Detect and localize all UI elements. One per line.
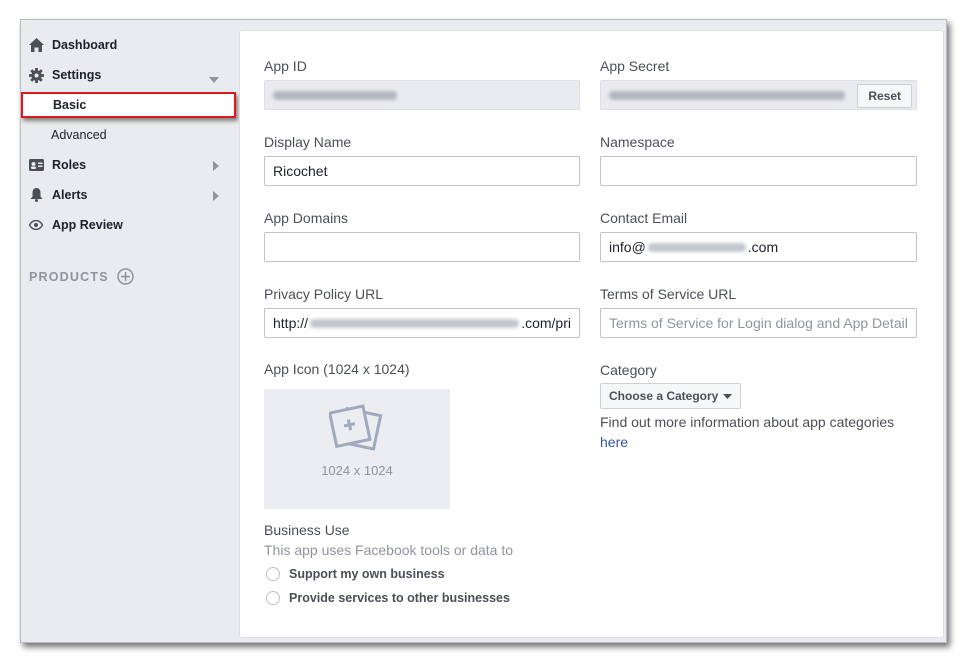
chevron-right-icon — [213, 190, 219, 204]
caret-down-icon — [723, 393, 733, 399]
url-suffix: .com/pri — [521, 315, 571, 331]
display-name-label: Display Name — [264, 134, 352, 150]
radio-button[interactable] — [266, 567, 280, 581]
contact-email-input[interactable]: info@ .com — [600, 232, 917, 262]
redacted-text — [273, 90, 397, 100]
privacy-policy-label: Privacy Policy URL — [264, 286, 384, 302]
sidebar-item-roles[interactable]: Roles — [21, 152, 231, 178]
app-secret-label: App Secret — [600, 58, 670, 74]
sidebar-item-label: Alerts — [52, 188, 88, 202]
business-use-label: Business Use — [264, 522, 350, 538]
sidebar-item-label: Dashboard — [52, 38, 118, 52]
add-product-icon[interactable] — [117, 268, 134, 285]
photo-placeholder-icon — [327, 403, 385, 460]
category-info-link-wrap: here — [600, 434, 628, 450]
business-use-option-own[interactable]: Support my own business — [266, 567, 445, 581]
radio-label: Provide services to other businesses — [289, 591, 510, 605]
basic-settings-panel: App ID App Secret Reset Display Name Ric… — [239, 30, 944, 638]
business-use-option-others[interactable]: Provide services to other businesses — [266, 591, 510, 605]
app-settings-window: Dashboard Settings Basic Advanced Roles … — [20, 19, 947, 643]
home-icon — [28, 37, 44, 53]
eye-icon — [28, 217, 44, 233]
email-suffix: .com — [747, 239, 779, 255]
url-prefix: http:// — [273, 315, 309, 331]
privacy-policy-input[interactable]: http:// .com/pri — [264, 308, 580, 338]
email-prefix: info@ — [609, 239, 646, 255]
sidebar-item-settings[interactable]: Settings — [21, 62, 231, 88]
reset-button[interactable]: Reset — [857, 84, 912, 108]
redacted-text — [647, 242, 746, 252]
app-id-field — [264, 80, 580, 110]
category-info-link[interactable]: here — [600, 434, 628, 450]
namespace-label: Namespace — [600, 134, 675, 150]
sidebar-item-app-review[interactable]: App Review — [21, 212, 231, 238]
icon-size-text: 1024 x 1024 — [321, 463, 393, 478]
bell-icon — [28, 187, 44, 203]
gear-icon — [28, 67, 44, 83]
redacted-text — [310, 318, 520, 328]
category-dropdown-label: Choose a Category — [609, 389, 719, 403]
chevron-down-icon — [209, 72, 219, 86]
products-section: PRODUCTS — [29, 268, 134, 285]
app-id-label: App ID — [264, 58, 307, 74]
app-domains-input[interactable] — [264, 232, 580, 262]
sidebar-item-label: Advanced — [51, 127, 107, 142]
business-use-description: This app uses Facebook tools or data to — [264, 542, 514, 558]
app-icon-label: App Icon (1024 x 1024) — [264, 361, 410, 377]
terms-of-service-label: Terms of Service URL — [600, 286, 737, 302]
category-info-text: Find out more information about app cate… — [600, 414, 895, 430]
app-secret-field: Reset — [600, 80, 917, 110]
products-heading: PRODUCTS — [29, 269, 109, 284]
category-dropdown[interactable]: Choose a Category — [600, 383, 742, 409]
namespace-input[interactable] — [600, 156, 917, 186]
chevron-right-icon — [213, 160, 219, 174]
sidebar-item-advanced[interactable]: Advanced — [51, 123, 107, 146]
sidebar-item-alerts[interactable]: Alerts — [21, 182, 231, 208]
radio-button[interactable] — [266, 591, 280, 605]
sidebar-item-basic[interactable]: Basic — [21, 92, 236, 118]
sidebar-item-dashboard[interactable]: Dashboard — [21, 32, 231, 58]
sidebar-item-label: Settings — [52, 68, 102, 82]
category-label: Category — [600, 362, 657, 378]
id-card-icon — [28, 157, 44, 173]
sidebar-item-label: Basic — [53, 98, 87, 112]
contact-email-label: Contact Email — [600, 210, 688, 226]
redacted-text — [609, 90, 845, 100]
app-icon-upload[interactable]: 1024 x 1024 — [264, 389, 450, 509]
sidebar-item-label: Roles — [52, 158, 87, 172]
radio-label: Support my own business — [289, 567, 445, 581]
app-domains-label: App Domains — [264, 210, 349, 226]
display-name-input[interactable]: Ricochet — [264, 156, 580, 186]
sidebar-item-label: App Review — [52, 218, 123, 232]
terms-of-service-input[interactable]: Terms of Service for Login dialog and Ap… — [600, 308, 917, 338]
